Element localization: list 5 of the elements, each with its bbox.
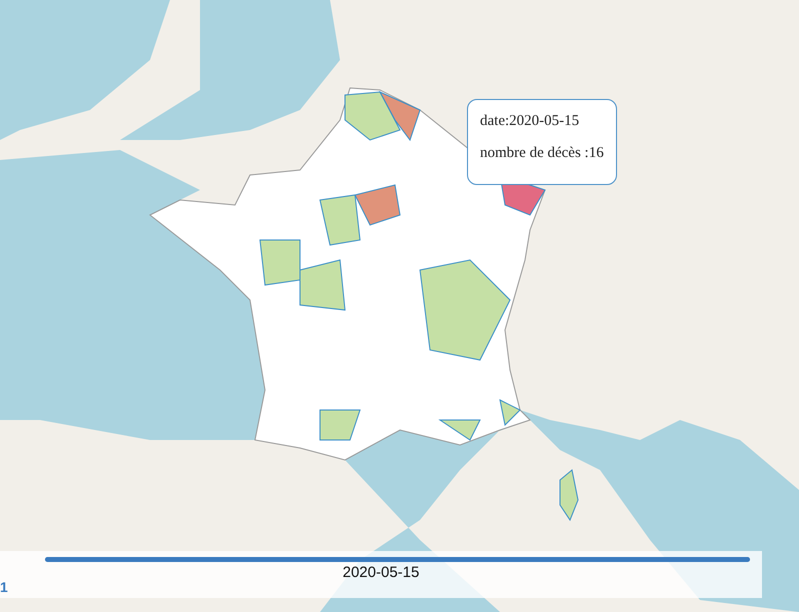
tooltip-date: date:2020-05-15 <box>480 112 580 131</box>
time-slider[interactable] <box>45 557 750 562</box>
slider-side-label: 1 <box>0 579 8 595</box>
slider-date-label: 2020-05-15 <box>342 564 420 581</box>
tooltip-death-count: nombre de décès :16 <box>480 144 605 162</box>
